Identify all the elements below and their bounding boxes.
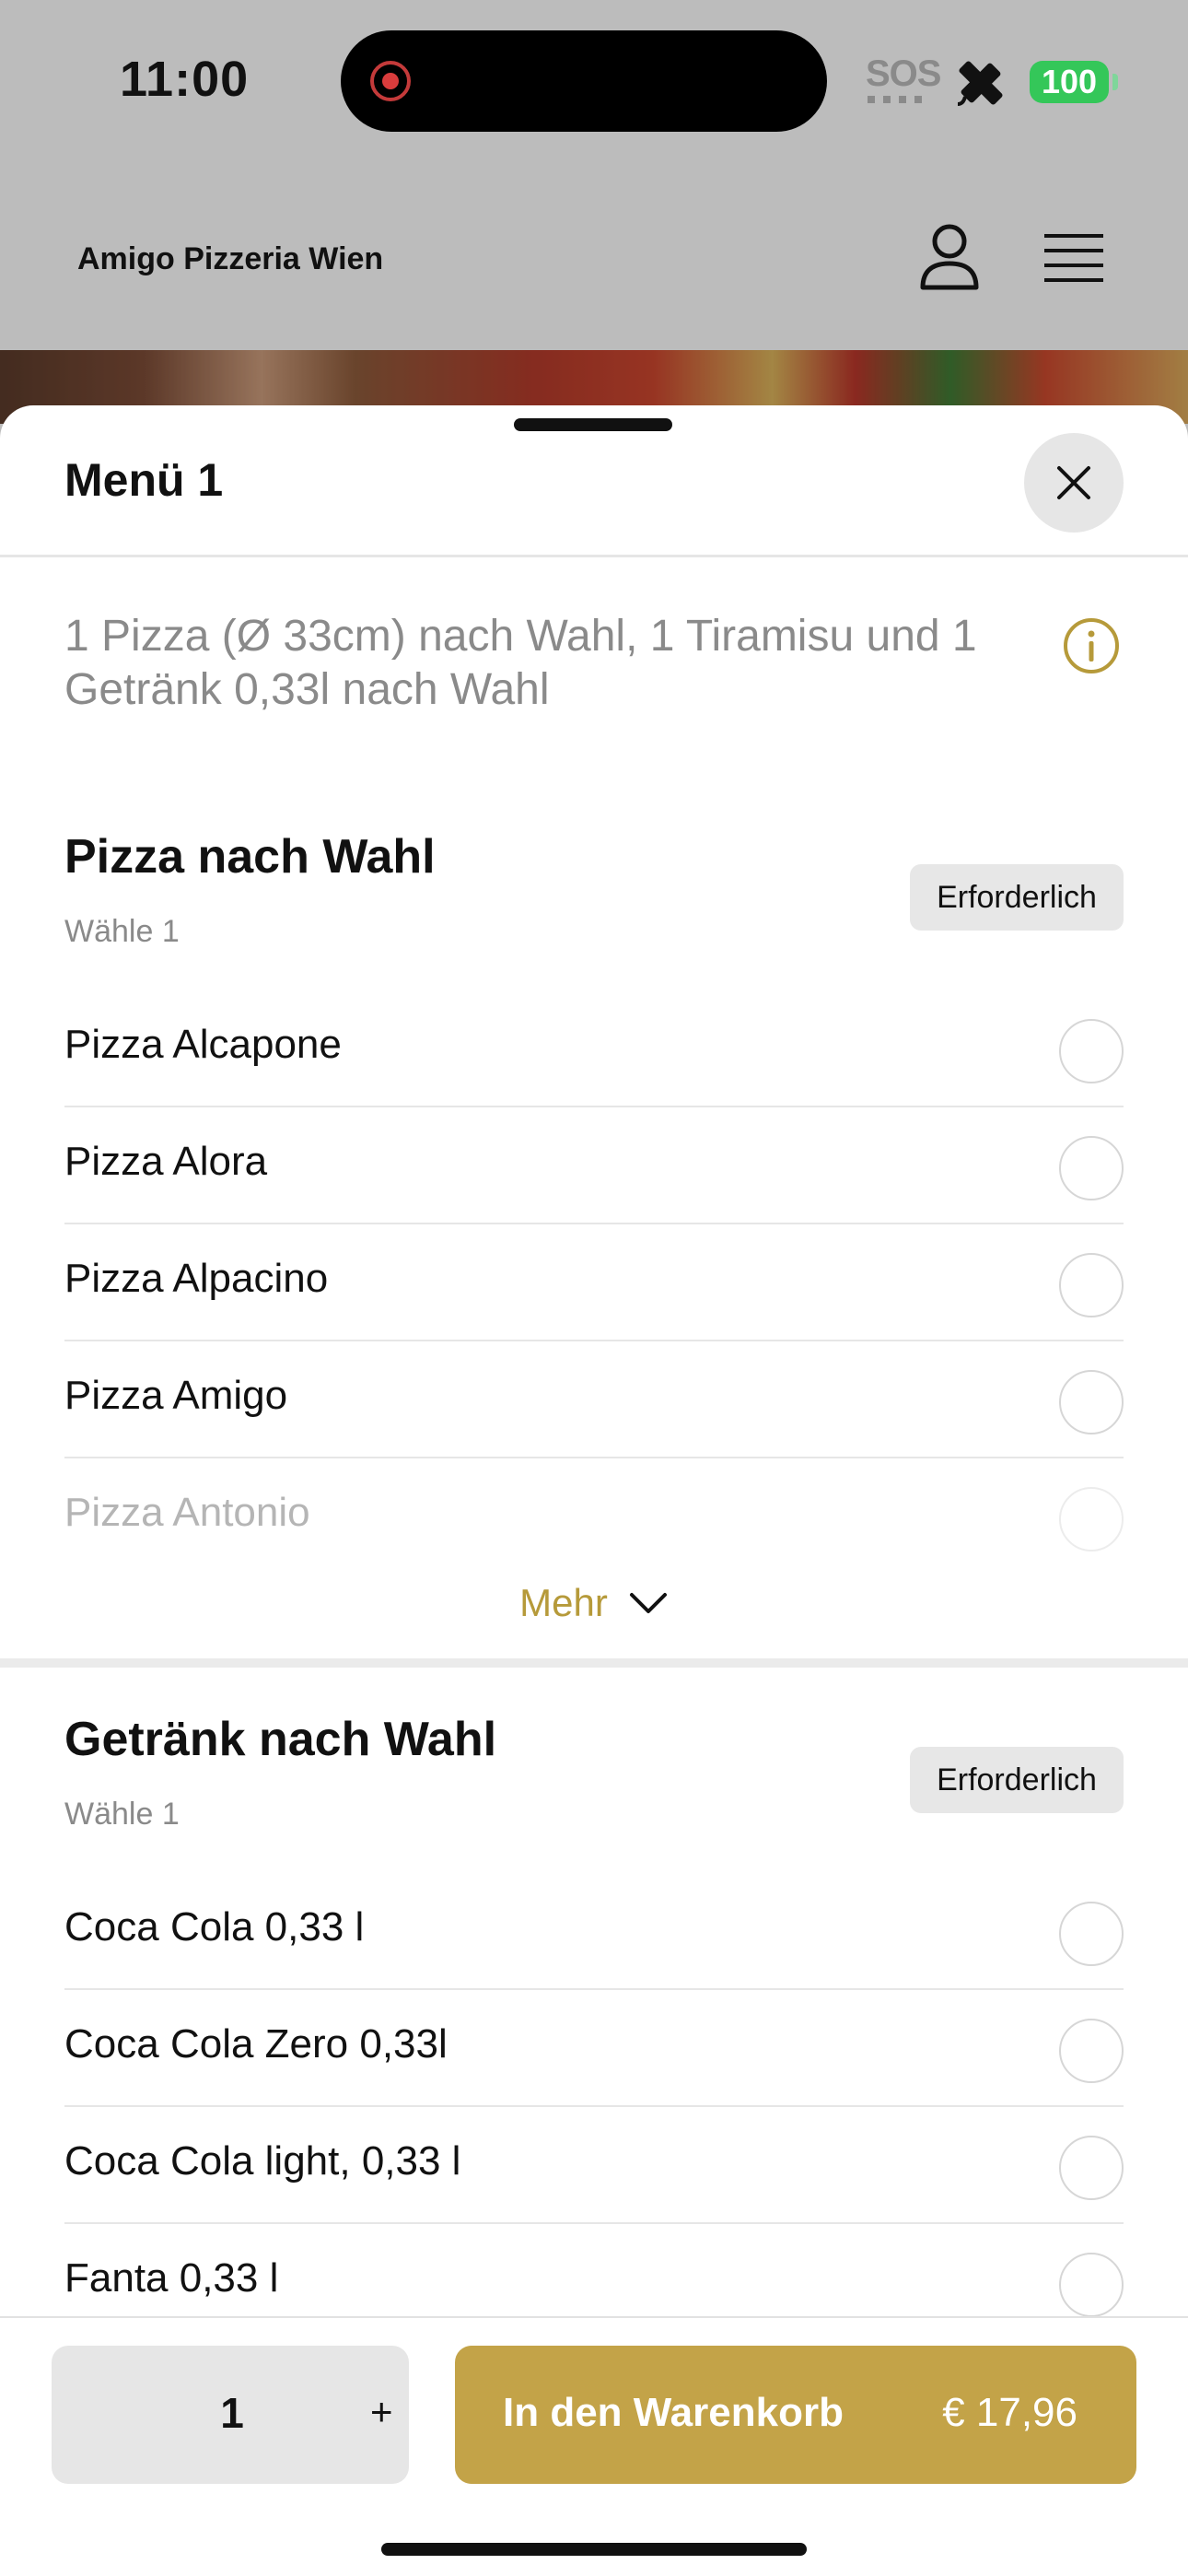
option-label: Pizza Antonio [64,1490,310,1535]
option-label: Pizza Amigo [64,1373,288,1418]
site-title[interactable]: Amigo Pizzeria Wien [77,241,383,277]
option-pizza-amigo[interactable]: Pizza Amigo [64,1341,1124,1458]
option-label: Pizza Alpacino [64,1256,329,1301]
info-icon[interactable] [1063,617,1120,674]
user-icon[interactable] [917,221,982,295]
chevron-down-icon [629,1593,667,1613]
site-header: Amigo Pizzeria Wien [0,184,1188,350]
status-bar: 11:00 SOS 100 [0,0,1188,157]
option-coca-cola[interactable]: Coca Cola 0,33 l [64,1873,1124,1990]
home-indicator[interactable] [381,2543,807,2556]
show-more-label: Mehr [519,1581,608,1624]
satellite-icon [957,61,1003,106]
required-badge: Erforderlich [910,864,1124,931]
hamburger-menu-icon[interactable] [1044,232,1103,284]
battery-nub-icon [1112,74,1118,90]
option-label: Fanta 0,33 l [64,2255,279,2301]
close-button[interactable] [1024,433,1124,533]
quantity-value: 1 [220,2389,244,2437]
item-description: 1 Pizza (Ø 33cm) nach Wahl, 1 Tiramisu u… [64,612,977,714]
option-label: Coca Cola 0,33 l [64,1904,365,1950]
option-pizza-antonio[interactable]: Pizza Antonio [64,1458,1124,1575]
sheet-title: Menü 1 [64,454,224,506]
radio-button[interactable] [1059,1487,1124,1551]
show-more-button[interactable]: Mehr [0,1581,1188,1625]
add-to-cart-button[interactable]: In den Warenkorb € 17,96 [455,2346,1136,2484]
header-divider [0,555,1188,557]
sos-label: SOS [866,53,941,94]
option-label: Coca Cola Zero 0,33l [64,2021,448,2067]
group-subtitle: Wähle 1 [64,914,180,949]
dynamic-island [341,30,827,132]
radio-button[interactable] [1059,1902,1124,1966]
radio-button[interactable] [1059,1253,1124,1317]
sheet-grabber[interactable] [514,418,672,431]
status-time: 11:00 [120,52,250,107]
option-coca-cola-zero[interactable]: Coca Cola Zero 0,33l [64,1990,1124,2107]
group-subtitle: Wähle 1 [64,1797,180,1832]
option-label: Pizza Alcapone [64,1022,342,1067]
bottom-action-bar: 1 + In den Warenkorb € 17,96 [0,2316,1188,2576]
radio-button[interactable] [1059,2019,1124,2083]
total-price: € 17,96 [942,2390,1077,2435]
recording-icon [370,61,411,101]
radio-button[interactable] [1059,1370,1124,1434]
group-title-drink: Getränk nach Wahl [64,1713,497,1766]
option-pizza-alpacino[interactable]: Pizza Alpacino [64,1224,1124,1341]
option-pizza-alcapone[interactable]: Pizza Alcapone [64,990,1124,1107]
group-title-pizza: Pizza nach Wahl [64,830,436,884]
radio-button[interactable] [1059,1019,1124,1083]
item-sheet: Menü 1 1 Pizza (Ø 33cm) nach Wahl, 1 Tir… [0,405,1188,2576]
close-icon [1057,466,1090,499]
option-pizza-alora[interactable]: Pizza Alora [64,1107,1124,1224]
battery-indicator: 100 [1030,61,1109,103]
signal-dots-icon [868,96,928,103]
required-badge: Erforderlich [910,1747,1124,1813]
option-coca-cola-light[interactable]: Coca Cola light, 0,33 l [64,2107,1124,2224]
option-label: Pizza Alora [64,1139,268,1184]
add-to-cart-label: In den Warenkorb [503,2390,844,2435]
section-separator [0,1658,1188,1668]
quantity-stepper: 1 + [52,2346,409,2484]
radio-button[interactable] [1059,2136,1124,2200]
radio-button[interactable] [1059,2253,1124,2317]
increment-button[interactable]: + [370,2390,393,2434]
option-label: Coca Cola light, 0,33 l [64,2138,461,2184]
radio-button[interactable] [1059,1136,1124,1200]
